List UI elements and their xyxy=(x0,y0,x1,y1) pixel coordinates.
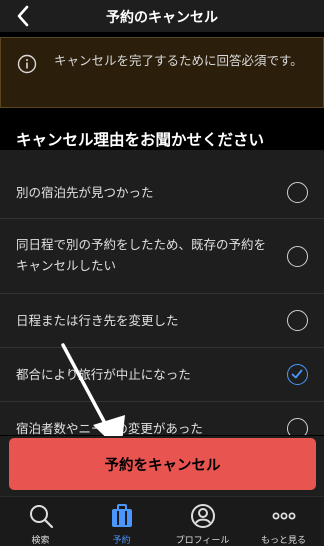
tab-profile[interactable]: プロフィール xyxy=(162,497,243,546)
tab-search[interactable]: 検索 xyxy=(0,497,81,546)
suitcase-icon xyxy=(109,503,135,529)
radio-button[interactable] xyxy=(287,246,308,267)
radio-button[interactable] xyxy=(287,418,308,435)
reason-label: 日程または行き先を変更した xyxy=(16,313,179,328)
reason-label: 別の宿泊先が見つかった xyxy=(16,185,154,200)
reason-label: 同日程で別の予約をしたため、既存の予約をキャンセルしたい xyxy=(16,237,267,273)
info-notice: キャンセルを完了するために回答必須です。 xyxy=(0,37,324,108)
cta-area: 予約をキャンセル xyxy=(0,436,324,496)
section-title: キャンセル理由をお聞かせください xyxy=(16,131,265,149)
tab-label: 予約 xyxy=(112,536,131,546)
reason-item[interactable]: 同日程で別の予約をしたため、既存の予約をキャンセルしたい xyxy=(0,219,324,294)
top-nav-bar: 予約のキャンセル xyxy=(0,0,324,32)
reason-item[interactable]: 日程または行き先を変更した xyxy=(0,294,324,348)
page-title: 予約のキャンセル xyxy=(106,10,218,26)
cancel-reservation-button[interactable]: 予約をキャンセル xyxy=(9,438,316,490)
radio-button-checked[interactable] xyxy=(287,364,308,385)
radio-button[interactable] xyxy=(287,182,308,203)
reason-list: 別の宿泊先が見つかった 同日程で別の予約をしたため、既存の予約をキャンセルしたい… xyxy=(0,150,324,435)
info-icon xyxy=(17,54,37,74)
reason-label: 宿泊者数やニーズの変更があった xyxy=(16,421,203,435)
tab-more[interactable]: もっと見る xyxy=(243,497,324,546)
tab-label: 検索 xyxy=(31,536,50,546)
tab-label: もっと見る xyxy=(260,536,306,546)
reason-item[interactable]: 都合により旅行が中止になった xyxy=(0,348,324,402)
reason-item[interactable]: 宿泊者数やニーズの変更があった xyxy=(0,402,324,435)
profile-icon xyxy=(190,503,216,529)
tab-reservations[interactable]: 予約 xyxy=(81,497,162,546)
bottom-tab-bar: 検索 予約 プロフィール もっと見る xyxy=(0,496,324,546)
radio-button[interactable] xyxy=(287,310,308,331)
search-icon xyxy=(28,503,54,529)
checkmark-icon xyxy=(291,369,303,379)
tab-label: プロフィール xyxy=(175,536,230,546)
notice-text: キャンセルを完了するために回答必須です。 xyxy=(54,53,303,68)
more-icon xyxy=(271,503,297,529)
reason-item[interactable]: 別の宿泊先が見つかった xyxy=(0,150,324,219)
reason-label: 都合により旅行が中止になった xyxy=(16,367,191,382)
